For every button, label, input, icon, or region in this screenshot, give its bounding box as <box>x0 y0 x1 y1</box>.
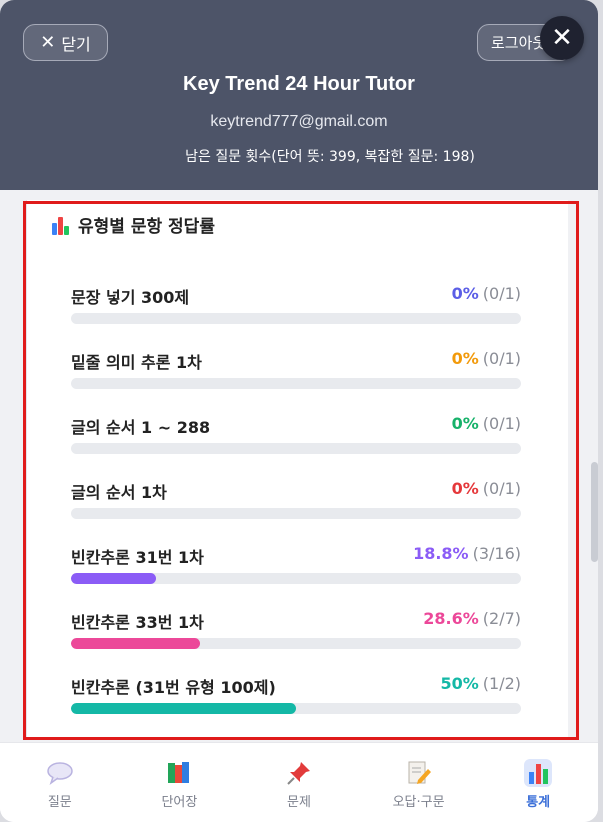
close-icon: ✕ <box>551 23 573 53</box>
progress-bar-track <box>71 638 521 649</box>
progress-bar-fill <box>71 573 156 584</box>
stat-value: 18.8% (3/16) <box>413 544 521 563</box>
stat-count: (3/16) <box>472 544 521 563</box>
nav-item-label: 오답·구문 <box>392 795 445 810</box>
app-title: Key Trend 24 Hour Tutor <box>183 73 415 95</box>
stat-percent: 28.6% <box>423 609 479 628</box>
section-title-label: 유형별 문항 정답률 <box>78 217 215 237</box>
progress-bar-track <box>71 703 521 714</box>
progress-bar-track <box>71 508 521 519</box>
header: ✕ 닫기 로그아웃 Key Trend 24 Hour Tutor keytre… <box>0 0 598 190</box>
memo-icon <box>405 759 433 787</box>
stat-value: 50% (1/2) <box>440 674 521 693</box>
nav-item-review[interactable]: 오답·구문 <box>359 743 479 822</box>
stat-row: 글의 순서 1 ~ 288 0% (0/1) <box>71 414 521 456</box>
stat-row: 빈칸추론 (31번 유형 100제) 50% (1/2) <box>71 674 521 716</box>
nav-item-stats[interactable]: 통계 <box>478 743 598 822</box>
nav-item-question[interactable]: 질문 <box>0 743 120 822</box>
section-title: 유형별 문항 정답률 <box>52 212 215 237</box>
stat-row: 문장 넣기 300제 0% (0/1) <box>71 284 521 326</box>
bar-chart-icon <box>52 215 70 235</box>
stat-percent: 18.8% <box>413 544 469 563</box>
stat-value: 0% (0/1) <box>452 414 521 433</box>
tutor-panel: ✕ 닫기 로그아웃 Key Trend 24 Hour Tutor keytre… <box>0 0 598 822</box>
stat-percent: 0% <box>451 414 479 433</box>
overlay-close-button[interactable]: ✕ <box>540 16 584 60</box>
progress-bar-track <box>71 443 521 454</box>
stat-label: 글의 순서 1차 <box>71 483 167 502</box>
pushpin-icon <box>285 759 313 787</box>
stat-count: (0/1) <box>482 349 521 368</box>
stat-row: 글의 순서 1차 0% (0/1) <box>71 479 521 521</box>
stat-count: (0/1) <box>482 479 521 498</box>
stat-label: 문장 넣기 300제 <box>71 288 190 307</box>
stat-percent: 50% <box>440 674 479 693</box>
progress-bar-track <box>71 573 521 584</box>
stat-value: 0% (0/1) <box>452 349 521 368</box>
progress-bar-track <box>71 378 521 389</box>
stat-label: 빈칸추론 31번 1차 <box>71 548 204 567</box>
books-icon <box>165 759 193 787</box>
nav-item-problems[interactable]: 문제 <box>239 743 359 822</box>
scrollbar[interactable] <box>591 462 598 562</box>
stat-value: 0% (0/1) <box>452 479 521 498</box>
progress-bar-fill <box>71 703 296 714</box>
bottom-nav: 질문 단어장 문제 오답·구문 통계 <box>0 742 598 822</box>
stat-label: 빈칸추론 33번 1차 <box>71 613 204 632</box>
nav-item-label: 문제 <box>287 795 311 810</box>
stat-percent: 0% <box>451 349 479 368</box>
remaining-quota: 남은 질문 횟수(단어 뜻: 399, 복잡한 질문: 198) <box>185 149 475 165</box>
stats-card <box>26 200 568 740</box>
stat-label: 빈칸추론 (31번 유형 100제) <box>71 678 276 697</box>
stat-label: 밑줄 의미 추론 1차 <box>71 353 202 372</box>
stat-label: 글의 순서 1 ~ 288 <box>71 418 211 437</box>
user-email: keytrend777@gmail.com <box>210 113 388 130</box>
nav-item-label: 질문 <box>47 795 72 810</box>
stat-count: (2/7) <box>482 609 521 628</box>
stat-count: (1/2) <box>482 674 521 693</box>
stat-percent: 0% <box>451 479 479 498</box>
bar-chart-icon <box>524 759 553 787</box>
stat-row: 빈칸추론 31번 1차 18.8% (3/16) <box>71 544 521 586</box>
progress-bar-fill <box>71 638 200 649</box>
stat-row: 밑줄 의미 추론 1차 0% (0/1) <box>71 349 521 391</box>
close-button[interactable]: ✕ 닫기 <box>23 24 108 61</box>
stat-count: (0/1) <box>482 284 521 303</box>
logout-button-label: 로그아웃 <box>491 34 547 52</box>
nav-item-label: 통계 <box>526 795 551 810</box>
speech-bubble-icon <box>46 759 74 787</box>
stat-row: 빈칸추론 33번 1차 28.6% (2/7) <box>71 609 521 651</box>
progress-bar-track <box>71 313 521 324</box>
stat-percent: 0% <box>451 284 479 303</box>
nav-item-label: 단어장 <box>161 795 198 810</box>
stat-count: (0/1) <box>482 414 521 433</box>
nav-item-vocab[interactable]: 단어장 <box>120 743 240 822</box>
close-icon: ✕ <box>40 31 56 53</box>
close-button-label: 닫기 <box>61 34 91 54</box>
stat-value: 28.6% (2/7) <box>423 609 521 628</box>
stat-value: 0% (0/1) <box>452 284 521 303</box>
